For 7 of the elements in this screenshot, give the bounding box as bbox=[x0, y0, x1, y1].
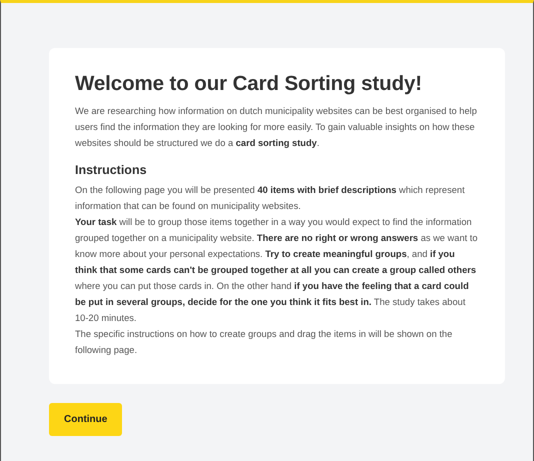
page-title: Welcome to our Card Sorting study! bbox=[75, 72, 424, 97]
instruction-paragraph: Your task will be to group those items together in a way you would expect to find the information grouped together on a municipality website. There are no right or wrong answers as we want to know more about your personal expectations. Try to create meaningful groups, and if you think that some cards can't be grouped together at all you can create a group called others where you can put those cards in. On the other hand if you have the feeling that a card could be put in several groups, decide for the one you think it fits best in. The study takes about 10-20 minutes. bbox=[75, 216, 479, 325]
instruction-paragraph: The specific instructions on how to create groups and drag the items in will be shown on the following page. bbox=[75, 328, 454, 357]
instruction-paragraph: On the following page you will be presented 40 items with brief descriptions which represent information that can be found on municipality websites. bbox=[75, 184, 466, 213]
section-heading: Instructions bbox=[75, 162, 148, 178]
continue-button[interactable]: Continue bbox=[49, 402, 122, 436]
intro-paragraph: We are researching how information on dutch municipality websites can be best organised to help users find the information they are looking for more easily. To gain valuable insights on how these websites should be structured we do a card sorting study. bbox=[75, 104, 478, 150]
